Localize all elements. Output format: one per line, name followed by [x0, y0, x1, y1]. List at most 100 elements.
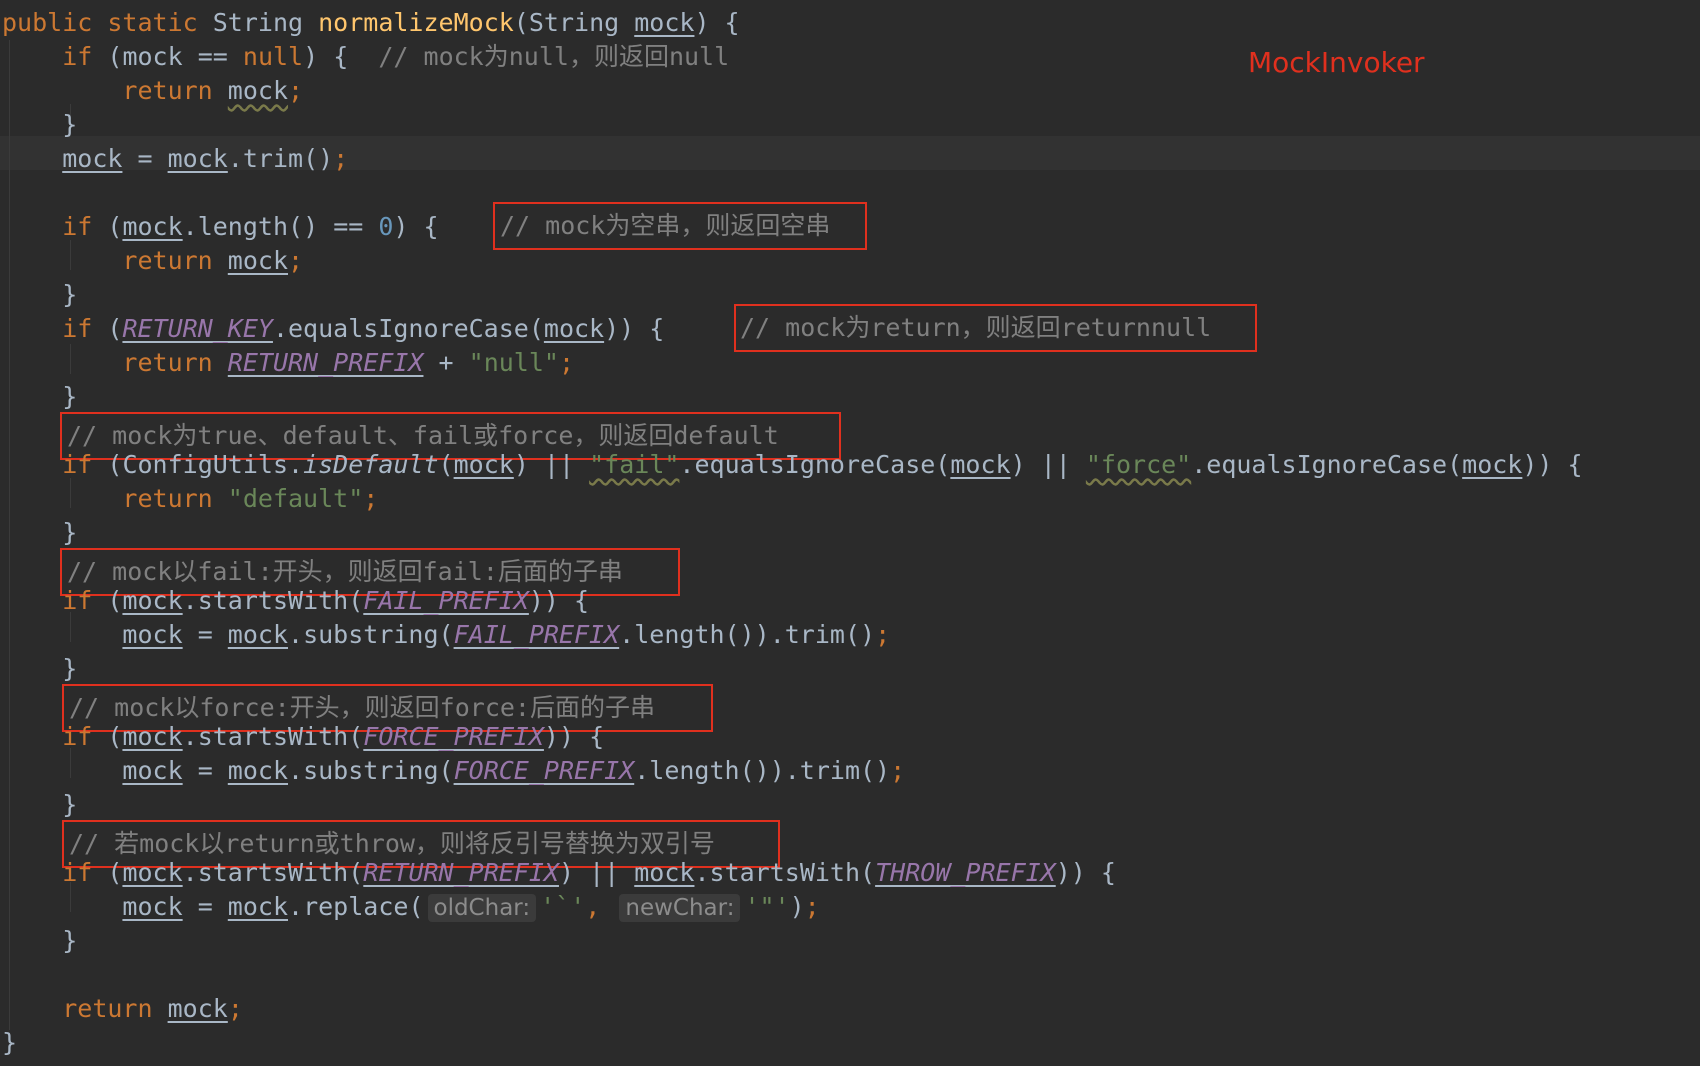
variable: mock	[167, 994, 228, 1023]
keyword: if	[62, 42, 93, 71]
code-line[interactable]: return "default";	[0, 482, 378, 516]
keyword: static	[107, 8, 198, 37]
method-call: .equalsIgnoreCase	[272, 314, 529, 343]
code-line-empty-check[interactable]: if (mock.length() == 0) {	[0, 210, 438, 244]
operator: ||	[1040, 450, 1071, 479]
variable: mock	[950, 450, 1011, 479]
constant: FAIL_PREFIX	[363, 586, 529, 615]
string: "default"	[227, 484, 364, 513]
static-method: isDefault	[303, 450, 439, 479]
variable: mock	[227, 620, 289, 649]
method-call: .length()	[634, 756, 770, 785]
variable: mock	[122, 212, 183, 241]
constant: FORCE_PREFIX	[363, 722, 544, 751]
code-line[interactable]: }	[0, 652, 77, 686]
operator: ==	[197, 42, 228, 71]
keyword: return	[122, 76, 213, 105]
param-hint: oldChar:	[427, 894, 537, 922]
keyword: return	[122, 348, 213, 377]
method-call: .startsWith	[182, 722, 349, 751]
method-call: .trim()	[769, 620, 876, 649]
keyword: if	[62, 314, 93, 343]
variable: mock	[62, 144, 123, 173]
code-editor[interactable]: public static String normalizeMock(Strin…	[0, 0, 1700, 1066]
class-label: MockInvoker	[1248, 46, 1425, 79]
code-line-return-check[interactable]: if (RETURN_KEY.equalsIgnoreCase(mock)) {	[0, 312, 664, 346]
keyword: return	[122, 246, 213, 275]
code-line[interactable]: }	[0, 1026, 17, 1060]
method-call: .substring	[288, 620, 439, 649]
variable: mock	[1462, 450, 1523, 479]
variable: mock	[122, 586, 183, 615]
comment: // mock为null，则返回null	[378, 42, 730, 71]
string: "force"	[1085, 450, 1192, 479]
code-line-null-check[interactable]: if (mock == null) { // mock为null，则返回null	[0, 40, 729, 74]
code-line[interactable]: mock = mock.substring(FORCE_PREFIX.lengt…	[0, 754, 905, 788]
code-line-fail-check[interactable]: if (mock.startsWith(FAIL_PREFIX)) {	[0, 584, 589, 618]
code-line-method-signature[interactable]: public static String normalizeMock(Strin…	[0, 6, 740, 40]
code-line-default-check[interactable]: if (ConfigUtils.isDefault(mock) || "fail…	[0, 448, 1582, 482]
string: "fail"	[589, 450, 680, 479]
code-line-trim[interactable]: mock = mock.trim();	[0, 142, 348, 176]
constant: RETURN_KEY	[122, 314, 273, 343]
code-line-final-return[interactable]: return mock;	[0, 992, 243, 1026]
constant: RETURN_PREFIX	[363, 858, 559, 887]
code-line-force-check[interactable]: if (mock.startsWith(FORCE_PREFIX)) {	[0, 720, 604, 754]
string: "null"	[468, 348, 559, 377]
number: 0	[378, 212, 394, 241]
operator: ==	[333, 212, 364, 241]
constant: FORCE_PREFIX	[453, 756, 635, 785]
char-literal: '"'	[744, 892, 790, 921]
code-line[interactable]: mock = mock.replace(oldChar: '`', newChar…	[0, 890, 820, 924]
method-call: .startsWith	[182, 858, 349, 887]
code-line[interactable]: }	[0, 924, 77, 958]
keyword: public	[2, 8, 93, 37]
code-line[interactable]: return mock;	[0, 244, 303, 278]
variable: mock	[122, 756, 183, 785]
code-line[interactable]: }	[0, 278, 77, 312]
code-line[interactable]: }	[0, 380, 77, 414]
char-literal: '`'	[540, 892, 586, 921]
variable: mock	[227, 246, 289, 275]
method-call: .length()	[182, 212, 319, 241]
code-line[interactable]: return RETURN_PREFIX + "null";	[0, 346, 574, 380]
constant: THROW_PREFIX	[875, 858, 1056, 887]
variable: mock	[227, 76, 289, 105]
code-line[interactable]: }	[0, 108, 77, 142]
method-call: .trim()	[784, 756, 891, 785]
variable: mock	[453, 450, 514, 479]
method-call: .replace	[288, 892, 409, 921]
method-call: .startsWith	[694, 858, 861, 887]
code-line-throw-check[interactable]: if (mock.startsWith(RETURN_PREFIX) || mo…	[0, 856, 1116, 890]
code-line[interactable]: mock = mock.substring(FAIL_PREFIX.length…	[0, 618, 890, 652]
variable: mock	[167, 144, 228, 173]
variable: mock	[122, 722, 183, 751]
param-hint: newChar:	[619, 894, 741, 922]
code-line[interactable]: return mock;	[0, 74, 303, 108]
comment: // mock为return，则返回returnnull	[740, 313, 1212, 342]
keyword: return	[122, 484, 213, 513]
method-name: normalizeMock	[318, 8, 514, 37]
param-type: String	[528, 8, 620, 37]
operator: +	[438, 348, 454, 377]
keyword: if	[62, 212, 93, 241]
method-call: .substring	[288, 756, 439, 785]
method-call: .equalsIgnoreCase	[1191, 450, 1448, 479]
method-call: .length()	[619, 620, 755, 649]
variable: mock	[227, 756, 289, 785]
variable: mock	[227, 892, 289, 921]
code-line[interactable]: }	[0, 788, 77, 822]
param-name: mock	[634, 8, 695, 37]
keyword: if	[62, 450, 93, 479]
code-line[interactable]: }	[0, 516, 77, 550]
constant: RETURN_PREFIX	[227, 348, 424, 377]
constant: FAIL_PREFIX	[453, 620, 620, 649]
variable: mock	[122, 858, 183, 887]
variable: mock	[122, 42, 183, 71]
type-name: String	[212, 8, 304, 37]
method-call: .equalsIgnoreCase	[679, 450, 936, 479]
variable: mock	[634, 858, 695, 887]
method-call: .trim()	[227, 144, 334, 173]
variable: mock	[122, 892, 183, 921]
comment: // mock为空串，则返回空串	[500, 211, 831, 240]
